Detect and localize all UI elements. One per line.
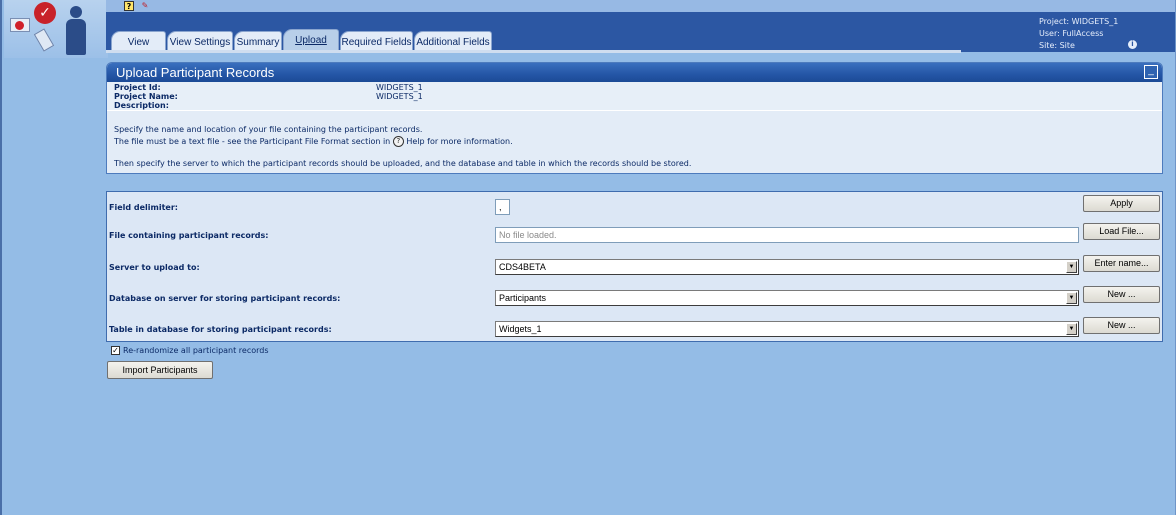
file-label: File containing participant records: <box>109 231 269 240</box>
enter-name-button[interactable]: Enter name... <box>1083 255 1160 272</box>
upload-form: Field delimiter: , Apply File containing… <box>106 191 1163 342</box>
project-id-label: Project Id: <box>114 83 161 92</box>
tab-underline <box>106 50 961 53</box>
user-info-label: User: FullAccess <box>1039 29 1104 38</box>
database-label: Database on server for storing participa… <box>109 294 341 303</box>
edit-icon[interactable]: ✎ <box>140 1 150 11</box>
tab-additional-fields[interactable]: Additional Fields <box>414 31 492 51</box>
project-name-label: Project Name: <box>114 92 178 101</box>
database-row: Database on server for storing participa… <box>107 283 1162 314</box>
toolbar-strip: ? ✎ <box>106 0 1176 12</box>
database-select[interactable]: Participants ▼ <box>495 290 1079 306</box>
project-meta: Project Id: WIDGETS_1 Project Name: WIDG… <box>114 83 1154 110</box>
help-circle-icon[interactable]: ? <box>392 136 404 147</box>
user-info: Project: WIDGETS_1 User: FullAccess Site… <box>1039 16 1169 52</box>
server-row: Server to upload to: CDS4BETA ▼ Enter na… <box>107 252 1162 283</box>
dropdown-arrow-icon[interactable]: ▼ <box>1066 261 1077 273</box>
table-select[interactable]: Widgets_1 ▼ <box>495 321 1079 337</box>
project-name-value: WIDGETS_1 <box>376 92 423 101</box>
help-icon[interactable]: ? <box>124 1 134 11</box>
minimize-button[interactable]: _ <box>1144 65 1158 79</box>
file-row: File containing participant records: No … <box>107 220 1162 251</box>
server-select-value: CDS4BETA <box>499 262 546 272</box>
rerandomize-label: Re-randomize all participant records <box>123 346 269 355</box>
file-input[interactable]: No file loaded. <box>495 227 1079 243</box>
tab-summary[interactable]: Summary <box>234 31 282 51</box>
dropdown-arrow-icon[interactable]: ▼ <box>1066 292 1077 304</box>
application: ✓ ? ✎ View View Settings Summary Upload … <box>0 0 1176 515</box>
instruction-line-2: The file must be a text file - see the P… <box>114 136 1155 148</box>
server-label: Server to upload to: <box>109 263 200 272</box>
import-participants-button[interactable]: Import Participants <box>107 361 213 379</box>
app-logo: ✓ <box>4 0 108 58</box>
left-strip: ✓ <box>0 0 108 515</box>
upload-panel: Upload Participant Records _ Project Id:… <box>106 62 1163 174</box>
server-select[interactable]: CDS4BETA ▼ <box>495 259 1079 275</box>
new-database-button[interactable]: New ... <box>1083 286 1160 303</box>
rerandomize-checkbox[interactable]: ✓ Re-randomize all participant records <box>111 345 269 357</box>
panel-title-text: Upload Participant Records <box>116 65 275 80</box>
apply-button[interactable]: Apply <box>1083 195 1160 212</box>
table-row: Table in database for storing participan… <box>107 314 1162 345</box>
instructions: Specify the name and location of your fi… <box>107 110 1162 173</box>
delimiter-label: Field delimiter: <box>109 203 178 212</box>
instruction-line-1: Specify the name and location of your fi… <box>114 125 423 134</box>
envelope-icon <box>10 18 30 32</box>
phone-icon <box>33 28 55 52</box>
panel-title: Upload Participant Records _ <box>107 63 1162 82</box>
person-icon <box>66 6 86 56</box>
site-info: Site: Site <box>1039 41 1075 50</box>
checkbox-icon[interactable]: ✓ <box>111 346 120 355</box>
info-icon[interactable]: i <box>1128 40 1137 49</box>
tab-required-fields[interactable]: Required Fields <box>340 31 413 51</box>
instruction-line-2a: The file must be a text file - see the P… <box>114 137 391 146</box>
project-id-value: WIDGETS_1 <box>376 83 423 92</box>
description-label: Description: <box>114 101 169 110</box>
database-select-value: Participants <box>499 293 547 303</box>
tab-view-settings[interactable]: View Settings <box>167 31 233 51</box>
checkmark-icon: ✓ <box>34 2 56 24</box>
table-select-value: Widgets_1 <box>499 324 542 334</box>
delimiter-input[interactable]: , <box>495 199 510 215</box>
table-label: Table in database for storing participan… <box>109 325 332 334</box>
header-bar: ? ✎ View View Settings Summary Upload Re… <box>106 0 1176 53</box>
dropdown-arrow-icon[interactable]: ▼ <box>1066 323 1077 335</box>
tab-upload[interactable]: Upload <box>283 29 339 51</box>
new-table-button[interactable]: New ... <box>1083 317 1160 334</box>
instruction-line-2b: Help for more information. <box>406 137 513 146</box>
tab-view[interactable]: View <box>111 31 166 51</box>
project-info: Project: WIDGETS_1 <box>1039 17 1119 26</box>
delimiter-row: Field delimiter: , Apply <box>107 192 1162 223</box>
load-file-button[interactable]: Load File... <box>1083 223 1160 240</box>
instruction-line-3: Then specify the server to which the par… <box>114 159 692 168</box>
